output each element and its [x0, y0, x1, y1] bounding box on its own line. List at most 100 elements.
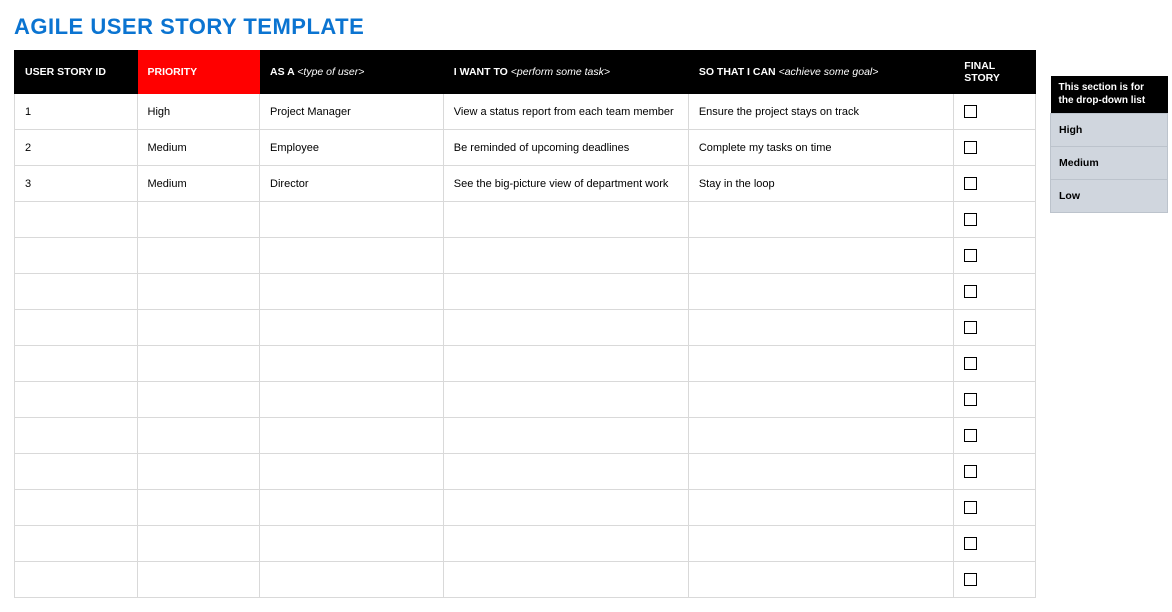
- cell-i-want-to[interactable]: [443, 346, 688, 382]
- table-row: [15, 454, 1036, 490]
- cell-so-that[interactable]: [688, 382, 953, 418]
- cell-so-that[interactable]: [688, 526, 953, 562]
- final-story-checkbox[interactable]: [964, 429, 977, 442]
- cell-so-that[interactable]: [688, 310, 953, 346]
- cell-so-that[interactable]: [688, 202, 953, 238]
- cell-as-a[interactable]: Director: [260, 166, 444, 202]
- final-story-checkbox[interactable]: [964, 393, 977, 406]
- cell-final-story: [954, 382, 1036, 418]
- cell-so-that[interactable]: [688, 490, 953, 526]
- cell-so-that[interactable]: [688, 562, 953, 598]
- cell-priority[interactable]: [137, 202, 260, 238]
- cell-priority[interactable]: High: [137, 94, 260, 130]
- cell-final-story: [954, 202, 1036, 238]
- final-story-checkbox[interactable]: [964, 501, 977, 514]
- cell-user-story-id[interactable]: [15, 202, 138, 238]
- cell-final-story: [954, 130, 1036, 166]
- cell-i-want-to[interactable]: [443, 382, 688, 418]
- cell-as-a[interactable]: [260, 382, 444, 418]
- final-story-checkbox[interactable]: [964, 105, 977, 118]
- cell-as-a[interactable]: Employee: [260, 130, 444, 166]
- table-row: 2MediumEmployeeBe reminded of upcoming d…: [15, 130, 1036, 166]
- cell-i-want-to[interactable]: Be reminded of upcoming deadlines: [443, 130, 688, 166]
- cell-so-that[interactable]: Complete my tasks on time: [688, 130, 953, 166]
- cell-so-that[interactable]: Stay in the loop: [688, 166, 953, 202]
- cell-i-want-to[interactable]: [443, 202, 688, 238]
- cell-i-want-to[interactable]: [443, 274, 688, 310]
- header-i-want-to: I WANT TO <perform some task>: [443, 51, 688, 94]
- cell-as-a[interactable]: [260, 418, 444, 454]
- cell-priority[interactable]: [137, 418, 260, 454]
- cell-so-that[interactable]: [688, 274, 953, 310]
- final-story-checkbox[interactable]: [964, 321, 977, 334]
- cell-i-want-to[interactable]: [443, 490, 688, 526]
- final-story-checkbox[interactable]: [964, 465, 977, 478]
- cell-i-want-to[interactable]: [443, 454, 688, 490]
- cell-as-a[interactable]: [260, 346, 444, 382]
- cell-user-story-id[interactable]: 3: [15, 166, 138, 202]
- cell-i-want-to[interactable]: [443, 418, 688, 454]
- cell-so-that[interactable]: [688, 418, 953, 454]
- table-row: [15, 526, 1036, 562]
- cell-user-story-id[interactable]: [15, 382, 138, 418]
- final-story-checkbox[interactable]: [964, 249, 977, 262]
- table-row: [15, 490, 1036, 526]
- cell-as-a[interactable]: [260, 526, 444, 562]
- cell-so-that[interactable]: Ensure the project stays on track: [688, 94, 953, 130]
- cell-user-story-id[interactable]: [15, 418, 138, 454]
- cell-i-want-to[interactable]: [443, 526, 688, 562]
- cell-user-story-id[interactable]: [15, 310, 138, 346]
- cell-so-that[interactable]: [688, 346, 953, 382]
- cell-priority[interactable]: [137, 310, 260, 346]
- cell-priority[interactable]: [137, 562, 260, 598]
- cell-final-story: [954, 418, 1036, 454]
- cell-so-that[interactable]: [688, 454, 953, 490]
- cell-priority[interactable]: [137, 274, 260, 310]
- cell-final-story: [954, 526, 1036, 562]
- cell-so-that[interactable]: [688, 238, 953, 274]
- cell-as-a[interactable]: [260, 274, 444, 310]
- page-title: AGILE USER STORY TEMPLATE: [14, 14, 1036, 40]
- user-story-table: USER STORY ID PRIORITY AS A <type of use…: [14, 50, 1036, 598]
- cell-user-story-id[interactable]: [15, 454, 138, 490]
- cell-user-story-id[interactable]: [15, 274, 138, 310]
- final-story-checkbox[interactable]: [964, 285, 977, 298]
- cell-priority[interactable]: [137, 526, 260, 562]
- cell-priority[interactable]: [137, 346, 260, 382]
- cell-user-story-id[interactable]: [15, 238, 138, 274]
- final-story-checkbox[interactable]: [964, 573, 977, 586]
- cell-priority[interactable]: [137, 382, 260, 418]
- cell-i-want-to[interactable]: [443, 310, 688, 346]
- final-story-checkbox[interactable]: [964, 213, 977, 226]
- cell-priority[interactable]: [137, 238, 260, 274]
- cell-i-want-to[interactable]: View a status report from each team memb…: [443, 94, 688, 130]
- main-panel: AGILE USER STORY TEMPLATE USER STORY ID …: [14, 14, 1036, 598]
- cell-as-a[interactable]: [260, 562, 444, 598]
- table-header-row: USER STORY ID PRIORITY AS A <type of use…: [15, 51, 1036, 94]
- cell-user-story-id[interactable]: [15, 526, 138, 562]
- cell-priority[interactable]: [137, 490, 260, 526]
- cell-user-story-id[interactable]: 1: [15, 94, 138, 130]
- cell-as-a[interactable]: [260, 310, 444, 346]
- cell-i-want-to[interactable]: See the big-picture view of department w…: [443, 166, 688, 202]
- cell-i-want-to[interactable]: [443, 238, 688, 274]
- cell-as-a[interactable]: [260, 238, 444, 274]
- cell-user-story-id[interactable]: 2: [15, 130, 138, 166]
- cell-user-story-id[interactable]: [15, 346, 138, 382]
- cell-as-a[interactable]: [260, 202, 444, 238]
- cell-i-want-to[interactable]: [443, 562, 688, 598]
- final-story-checkbox[interactable]: [964, 141, 977, 154]
- final-story-checkbox[interactable]: [964, 357, 977, 370]
- cell-as-a[interactable]: [260, 490, 444, 526]
- cell-user-story-id[interactable]: [15, 490, 138, 526]
- cell-user-story-id[interactable]: [15, 562, 138, 598]
- cell-as-a[interactable]: [260, 454, 444, 490]
- cell-priority[interactable]: Medium: [137, 166, 260, 202]
- cell-priority[interactable]: [137, 454, 260, 490]
- cell-as-a[interactable]: Project Manager: [260, 94, 444, 130]
- cell-final-story: [954, 274, 1036, 310]
- final-story-checkbox[interactable]: [964, 537, 977, 550]
- cell-priority[interactable]: Medium: [137, 130, 260, 166]
- table-row: [15, 238, 1036, 274]
- final-story-checkbox[interactable]: [964, 177, 977, 190]
